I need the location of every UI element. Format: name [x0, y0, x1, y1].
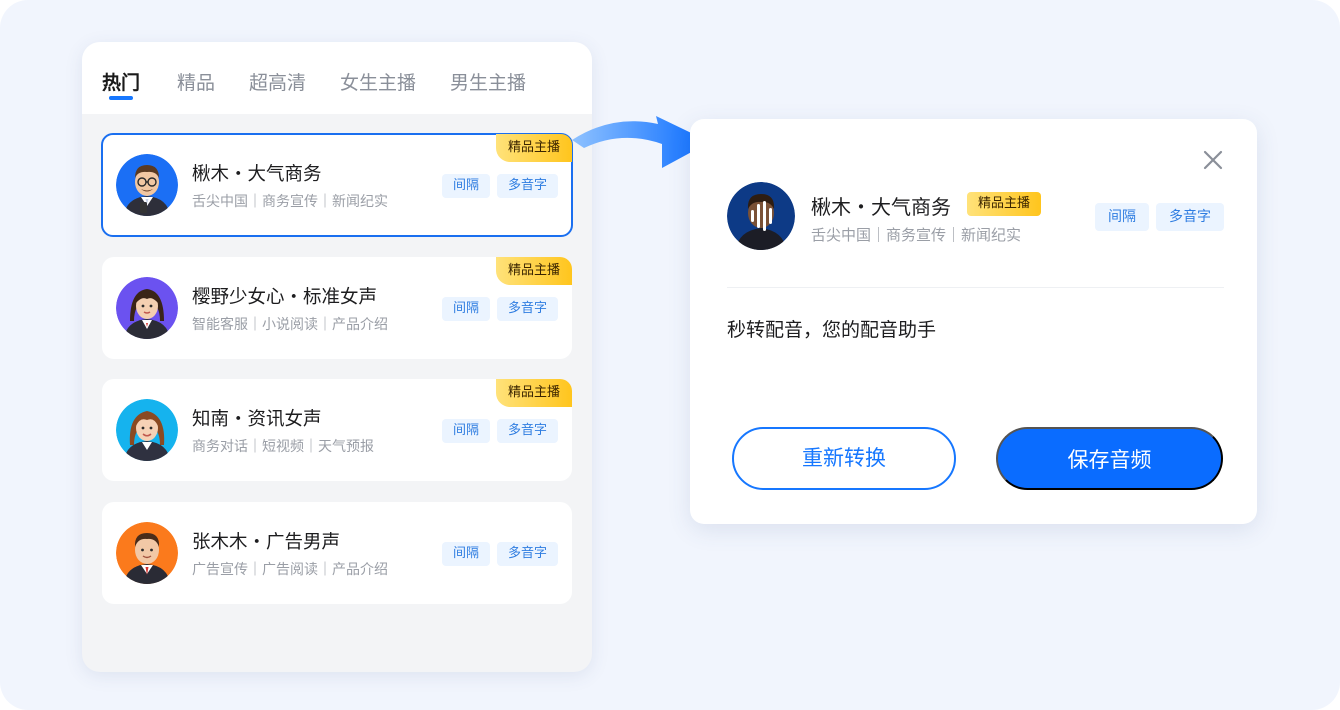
- avatar-male-glasses: [116, 154, 178, 216]
- reconvert-button[interactable]: 重新转换: [732, 427, 956, 490]
- premium-anchor-badge: 精品主播: [967, 192, 1041, 216]
- save-audio-button[interactable]: 保存音频: [996, 427, 1223, 490]
- voice-name: 知南・资讯女声: [192, 409, 322, 430]
- close-icon[interactable]: [1200, 147, 1226, 173]
- tab-male-anchor[interactable]: 男生主播: [450, 68, 526, 98]
- dialog-voice-name: 楸木・大气商务: [811, 195, 951, 219]
- tag-interval: 间隔: [1095, 203, 1149, 231]
- tag-polyphone: 多音字: [497, 297, 558, 321]
- tag-interval: 间隔: [442, 419, 490, 443]
- divider: [727, 287, 1224, 288]
- tab-premium[interactable]: 精品: [177, 68, 215, 98]
- tab-hot[interactable]: 热门: [102, 68, 140, 98]
- voice-card-qiumu[interactable]: 楸木・大气商务 舌尖中国｜商务宣传｜新闻纪实 间隔 多音字 精品主播: [101, 133, 573, 237]
- tab-ultra-hd[interactable]: 超高清: [249, 68, 306, 98]
- active-tab-indicator: [109, 96, 133, 100]
- tag-interval: 间隔: [442, 174, 490, 198]
- dubbing-text: 秒转配音，您的配音助手: [727, 319, 937, 341]
- premium-anchor-badge: 精品主播: [496, 379, 572, 407]
- voice-description: 舌尖中国｜商务宣传｜新闻纪实: [192, 194, 388, 210]
- voice-name: 樱野少女心・标准女声: [192, 287, 378, 308]
- voice-card-zhangmumu[interactable]: 张木木・广告男声 广告宣传｜广告阅读｜产品介绍 间隔 多音字: [102, 502, 572, 604]
- voice-card-zhinan[interactable]: 知南・资讯女声 商务对话｜短视频｜天气预报 间隔 多音字 精品主播: [102, 379, 572, 481]
- tag-interval: 间隔: [442, 297, 490, 321]
- tag-polyphone: 多音字: [497, 174, 558, 198]
- voice-description: 商务对话｜短视频｜天气预报: [192, 439, 374, 455]
- voice-description: 智能客服｜小说阅读｜产品介绍: [192, 317, 388, 333]
- dialog-voice-description: 舌尖中国｜商务宣传｜新闻纪实: [811, 226, 1022, 244]
- stage-background: 热门 精品 超高清 女生主播 男生主播 楸木・大气商务 舌尖中国｜商务宣传｜新闻…: [0, 0, 1340, 710]
- tab-female-anchor[interactable]: 女生主播: [340, 68, 416, 98]
- voice-description: 广告宣传｜广告阅读｜产品介绍: [192, 562, 388, 578]
- voice-name: 楸木・大气商务: [192, 164, 322, 185]
- premium-anchor-badge: 精品主播: [496, 257, 572, 285]
- voice-list-panel: 热门 精品 超高清 女生主播 男生主播 楸木・大气商务 舌尖中国｜商务宣传｜新闻…: [82, 42, 592, 672]
- tag-polyphone: 多音字: [497, 419, 558, 443]
- avatar-playing[interactable]: [727, 182, 795, 250]
- voice-name: 张木木・广告男声: [192, 532, 341, 553]
- avatar-female-news: [116, 399, 178, 461]
- avatar-male-suit: [116, 522, 178, 584]
- tag-polyphone: 多音字: [497, 542, 558, 566]
- voice-card-yingye[interactable]: 樱野少女心・标准女声 智能客服｜小说阅读｜产品介绍 间隔 多音字 精品主播: [102, 257, 572, 359]
- tag-polyphone: 多音字: [1156, 203, 1224, 231]
- avatar-female-professional: [116, 277, 178, 339]
- tag-interval: 间隔: [442, 542, 490, 566]
- voice-detail-dialog: 楸木・大气商务 精品主播 舌尖中国｜商务宣传｜新闻纪实 间隔 多音字 秒转配音，…: [690, 119, 1257, 524]
- category-tabs: 热门 精品 超高清 女生主播 男生主播: [82, 42, 592, 114]
